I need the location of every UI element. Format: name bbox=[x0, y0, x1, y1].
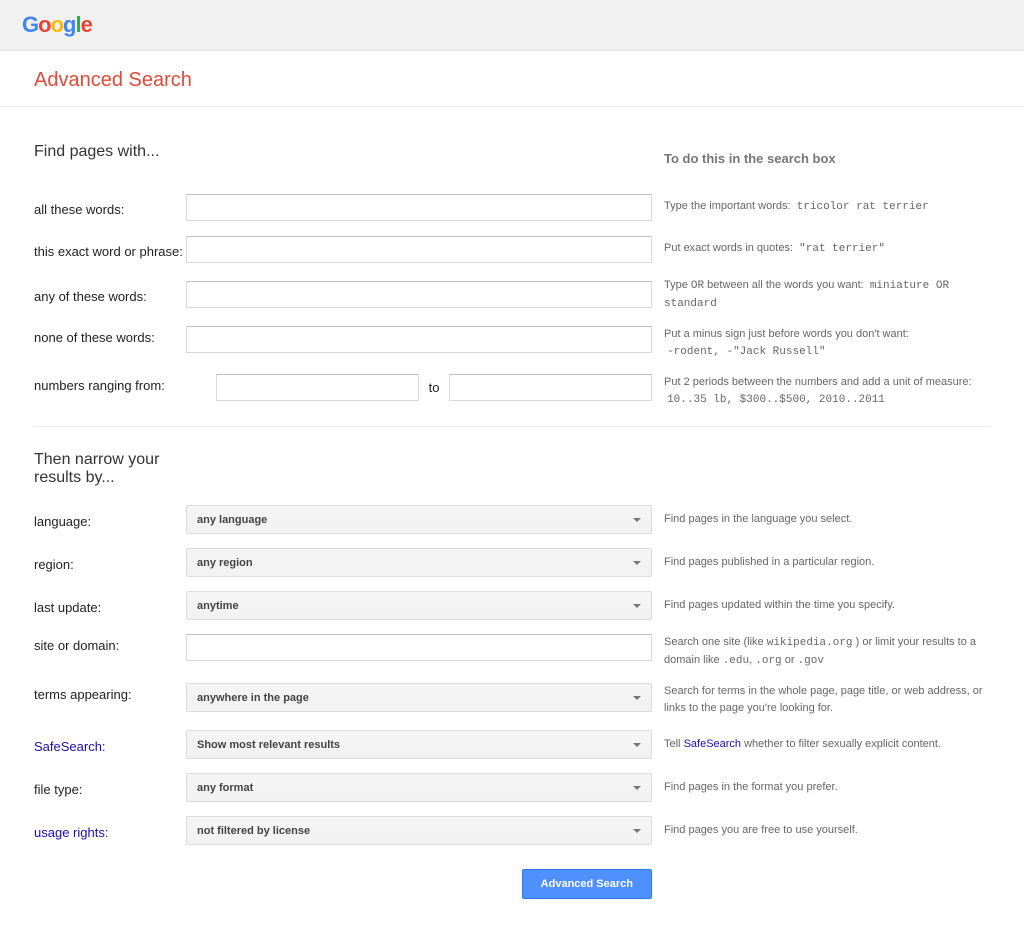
row-region: region: any region Find pages published … bbox=[34, 548, 990, 577]
row-language: language: any language Find pages in the… bbox=[34, 505, 990, 534]
hint-any-words: Type OR between all the words you want: … bbox=[652, 277, 990, 312]
row-numbers: numbers ranging from: to Put 2 periods b… bbox=[34, 374, 990, 408]
row-safesearch: SafeSearch: Show most relevant results T… bbox=[34, 730, 990, 759]
row-terms-appearing: terms appearing: anywhere in the page Se… bbox=[34, 683, 990, 716]
hint-heading: To do this in the search box bbox=[664, 149, 990, 169]
input-numbers-from[interactable] bbox=[216, 374, 419, 401]
google-logo[interactable]: Google bbox=[22, 12, 1002, 38]
hint-exact: Put exact words in quotes: "rat terrier" bbox=[652, 240, 990, 258]
chevron-down-icon bbox=[633, 786, 641, 790]
label-any-words: any of these words: bbox=[34, 285, 186, 304]
hint-all-words: Type the important words: tricolor rat t… bbox=[652, 198, 990, 216]
advanced-search-button[interactable]: Advanced Search bbox=[522, 869, 652, 899]
numbers-to: to bbox=[429, 380, 440, 395]
hint-region: Find pages published in a particular reg… bbox=[652, 554, 990, 571]
label-safesearch-link[interactable]: SafeSearch: bbox=[34, 739, 106, 754]
chevron-down-icon bbox=[633, 829, 641, 833]
input-numbers-to[interactable] bbox=[449, 374, 652, 401]
dropdown-last-update[interactable]: anytime bbox=[186, 591, 652, 620]
hint-file-type: Find pages in the format you prefer. bbox=[652, 779, 990, 796]
hint-language: Find pages in the language you select. bbox=[652, 511, 990, 528]
hint-site-domain: Search one site (like wikipedia.org ) or… bbox=[652, 634, 990, 669]
row-none-words: none of these words: Put a minus sign ju… bbox=[34, 326, 990, 360]
hint-safesearch: Tell SafeSearch whether to filter sexual… bbox=[652, 736, 990, 753]
row-last-update: last update: anytime Find pages updated … bbox=[34, 591, 990, 620]
chevron-down-icon bbox=[633, 696, 641, 700]
label-exact: this exact word or phrase: bbox=[34, 240, 186, 259]
title-section: Advanced Search bbox=[0, 51, 1024, 107]
row-any-words: any of these words: Type OR between all … bbox=[34, 277, 990, 312]
dropdown-language[interactable]: any language bbox=[186, 505, 652, 534]
section1-heading: Find pages with... bbox=[34, 143, 652, 161]
chevron-down-icon bbox=[633, 561, 641, 565]
hint-none-words: Put a minus sign just before words you d… bbox=[652, 326, 990, 360]
dropdown-file-type[interactable]: any format bbox=[186, 773, 652, 802]
chevron-down-icon bbox=[633, 743, 641, 747]
label-region: region: bbox=[34, 553, 186, 572]
input-any-words[interactable] bbox=[186, 281, 652, 308]
label-usage-rights-link[interactable]: usage rights: bbox=[34, 825, 108, 840]
page-title: Advanced Search bbox=[34, 69, 990, 92]
section1-header-row: Find pages with... To do this in the sea… bbox=[34, 139, 990, 179]
hint-usage-rights: Find pages you are free to use yourself. bbox=[652, 822, 990, 839]
row-all-words: all these words: Type the important word… bbox=[34, 193, 990, 221]
label-none-words: none of these words: bbox=[34, 326, 186, 345]
hint-numbers: Put 2 periods between the numbers and ad… bbox=[652, 374, 990, 408]
safesearch-hint-link[interactable]: SafeSearch bbox=[684, 738, 741, 750]
header-bar: Google bbox=[0, 0, 1024, 51]
row-exact: this exact word or phrase: Put exact wor… bbox=[34, 235, 990, 263]
chevron-down-icon bbox=[633, 604, 641, 608]
label-site-domain: site or domain: bbox=[34, 634, 186, 653]
dropdown-safesearch[interactable]: Show most relevant results bbox=[186, 730, 652, 759]
chevron-down-icon bbox=[633, 518, 641, 522]
label-file-type: file type: bbox=[34, 778, 186, 797]
label-numbers: numbers ranging from: bbox=[34, 374, 186, 393]
dropdown-terms-appearing[interactable]: anywhere in the page bbox=[186, 683, 652, 712]
hint-terms-appearing: Search for terms in the whole page, page… bbox=[652, 683, 990, 716]
label-terms-appearing: terms appearing: bbox=[34, 683, 186, 702]
section2-heading: Then narrow your results by... bbox=[34, 451, 186, 487]
input-none-words[interactable] bbox=[186, 326, 652, 353]
row-site-domain: site or domain: Search one site (like wi… bbox=[34, 634, 990, 669]
input-site-domain[interactable] bbox=[186, 634, 652, 661]
row-file-type: file type: any format Find pages in the … bbox=[34, 773, 990, 802]
row-usage-rights: usage rights: not filtered by license Fi… bbox=[34, 816, 990, 845]
label-last-update: last update: bbox=[34, 596, 186, 615]
label-all-words: all these words: bbox=[34, 198, 186, 217]
dropdown-region[interactable]: any region bbox=[186, 548, 652, 577]
dropdown-usage-rights[interactable]: not filtered by license bbox=[186, 816, 652, 845]
input-exact[interactable] bbox=[186, 236, 652, 263]
input-all-words[interactable] bbox=[186, 194, 652, 221]
label-language: language: bbox=[34, 510, 186, 529]
divider bbox=[34, 426, 990, 427]
hint-last-update: Find pages updated within the time you s… bbox=[652, 597, 990, 614]
